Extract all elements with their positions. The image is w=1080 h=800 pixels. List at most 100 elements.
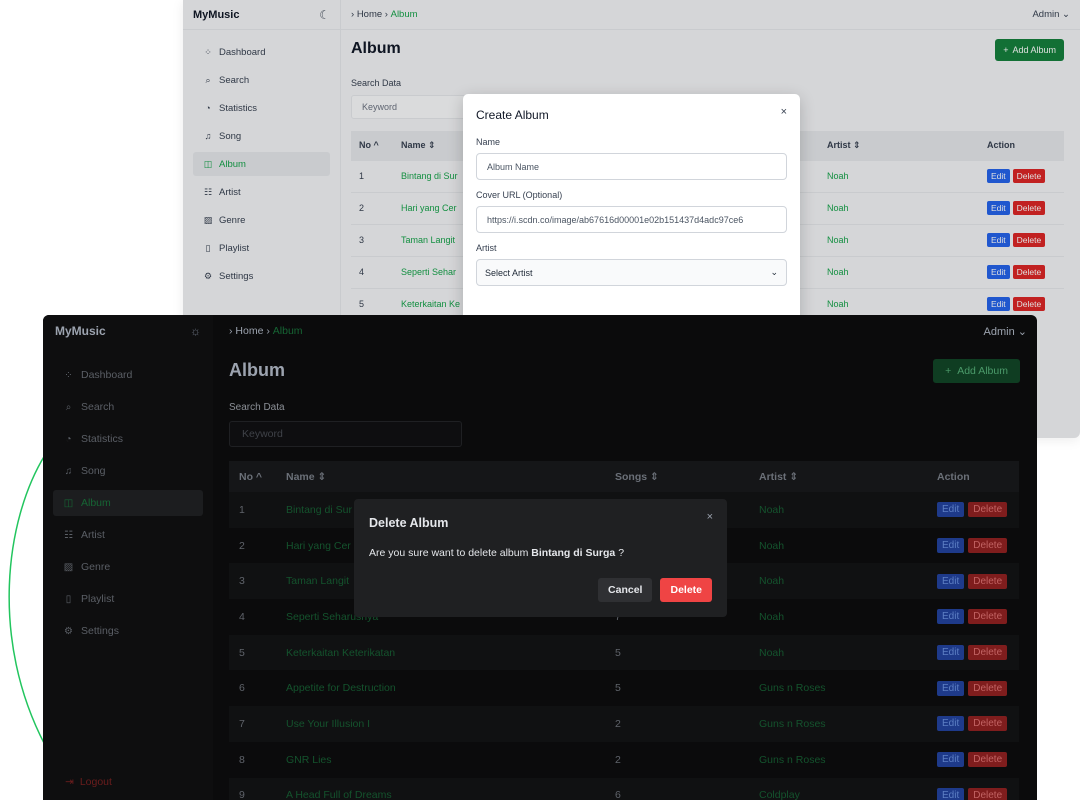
row-actions: Edit Delete: [927, 635, 1019, 671]
admin-label: Admin: [983, 325, 1015, 338]
delete-button[interactable]: Delete: [968, 502, 1008, 518]
sidebar-nav: ⁘ Dashboard ⌕ Search ◔ Statistics ♫ Song ◫ Album ☷…: [43, 347, 213, 644]
album-name-link[interactable]: Keterkaitan Keterikatan: [276, 635, 605, 671]
sidebar-item-album[interactable]: ◫ Album: [53, 490, 203, 516]
col-artist-label: Artist: [759, 470, 787, 483]
chevron-down-icon: ⌄: [1017, 325, 1027, 338]
album-name-link[interactable]: A Head Full of Dreams: [276, 778, 605, 800]
artist-select[interactable]: Select Artist ⌄: [476, 259, 787, 286]
col-no[interactable]: No ^: [229, 461, 276, 492]
delete-button[interactable]: Delete: [968, 680, 1008, 696]
sort-icon: ⇕: [650, 470, 659, 483]
col-name-label: Name: [286, 470, 315, 483]
album-name-link[interactable]: GNR Lies: [276, 742, 605, 778]
artist-link[interactable]: Noah: [749, 599, 927, 635]
edit-button[interactable]: Edit: [937, 716, 965, 732]
sort-icon: ⇕: [317, 470, 327, 483]
sidebar-item-dashboard[interactable]: ⁘ Dashboard: [53, 362, 203, 388]
sidebar-item-statistics[interactable]: ◔ Statistics: [53, 426, 203, 452]
col-songs[interactable]: Songs ⇕: [605, 461, 749, 492]
admin-menu[interactable]: Admin ⌄: [984, 325, 1027, 338]
table-row: 7 Use Your Illusion I 2 Guns n Roses Edit Del…: [229, 706, 1019, 742]
search-icon: ⌕: [65, 401, 72, 413]
sort-asc-icon: ^: [255, 470, 263, 483]
sidebar-item-settings[interactable]: ⚙ Settings: [53, 618, 203, 644]
artist-select-value: Select Artist: [485, 267, 533, 278]
artist-link[interactable]: Noah: [749, 563, 927, 599]
delete-button[interactable]: Delete: [968, 716, 1008, 732]
edit-button[interactable]: Edit: [937, 752, 965, 768]
album-name-input[interactable]: Album Name: [476, 153, 787, 180]
sidebar-item-artist[interactable]: ☷ Artist: [53, 522, 203, 548]
music-note-icon: ♫: [64, 465, 73, 477]
sort-icon: ⇕: [789, 470, 799, 483]
edit-button[interactable]: Edit: [937, 573, 965, 589]
delete-button[interactable]: Delete: [968, 609, 1008, 625]
row-number: 8: [239, 753, 245, 766]
artist-link[interactable]: Guns n Roses: [749, 670, 927, 706]
delete-button[interactable]: Delete: [968, 752, 1008, 768]
delete-button[interactable]: Delete: [968, 573, 1008, 589]
album-name-link[interactable]: Use Your Illusion I: [276, 706, 605, 742]
album-name-link[interactable]: Appetite for Destruction: [276, 670, 605, 706]
delete-button[interactable]: Delete: [968, 538, 1008, 554]
chevron-right-icon: ›: [263, 325, 273, 337]
bookmark-icon: ▯: [65, 593, 72, 605]
artist-icon: ☷: [64, 529, 73, 541]
screenshot-stage: MyMusic ☾ ⁘ Dashboard ⌕ Search ◔ Statistics ♫ S…: [0, 0, 1080, 800]
dark-topbar: › Home › Album Admin ⌄: [219, 315, 1037, 347]
logout-button[interactable]: ⇥ Logout: [65, 776, 112, 788]
album-icon: ◫: [63, 497, 74, 509]
table-row: 9A Head Full of Dreams 6 Coldplay Edit Delet…: [229, 777, 1019, 800]
search-input[interactable]: Keyword: [229, 421, 462, 447]
delete-confirm-button[interactable]: Delete: [660, 578, 712, 602]
artist-link[interactable]: Coldplay: [749, 778, 927, 800]
delete-button[interactable]: Delete: [968, 787, 1008, 800]
dark-sidebar: MyMusic ☼ ⁘ Dashboard ⌕ Search ◔ Statistics ♫ S…: [43, 315, 213, 800]
add-album-button[interactable]: + Add Album: [933, 359, 1020, 383]
col-action: Action: [937, 470, 970, 483]
cover-url-input[interactable]: https://i.scdn.co/image/ab67616d00001e02…: [476, 206, 787, 233]
row-actions: Edit Delete: [927, 528, 1019, 564]
edit-button[interactable]: Edit: [937, 502, 965, 518]
close-icon[interactable]: ×: [707, 511, 713, 523]
sidebar-item-song[interactable]: ♫ Song: [53, 458, 203, 484]
edit-button[interactable]: Edit: [937, 538, 965, 554]
artist-link[interactable]: Guns n Roses: [749, 706, 927, 742]
cancel-button[interactable]: Cancel: [598, 578, 653, 602]
genre-icon: ▨: [63, 561, 74, 573]
song-count: 2: [615, 717, 621, 730]
artist-link[interactable]: Noah: [749, 492, 927, 528]
modal-actions: Cancel Delete: [598, 578, 712, 602]
breadcrumb-home[interactable]: Home: [235, 325, 263, 337]
close-icon[interactable]: ×: [781, 106, 787, 118]
search-label: Search Data: [229, 402, 285, 413]
col-artist[interactable]: Artist ⇕: [749, 461, 927, 492]
sidebar-item-label: Search: [81, 401, 115, 413]
sidebar-item-genre[interactable]: ▨ Genre: [53, 554, 203, 580]
sun-icon[interactable]: ☼: [190, 324, 201, 338]
artist-link[interactable]: Noah: [749, 635, 927, 671]
edit-button[interactable]: Edit: [937, 680, 965, 696]
brand-title: MyMusic: [55, 324, 106, 338]
row-actions: Edit Delete: [927, 778, 1019, 800]
name-label: Name: [476, 137, 501, 147]
edit-button[interactable]: Edit: [937, 609, 965, 625]
chevron-down-icon: ⌄: [770, 267, 778, 277]
row-number: 2: [239, 539, 245, 552]
sidebar-item-playlist[interactable]: ▯ Playlist: [53, 586, 203, 612]
table-row: 6 Appetite for Destruction 5 Guns n Roses Ed…: [229, 670, 1019, 707]
row-actions: Edit Delete: [927, 492, 1019, 528]
row-number: 9: [239, 789, 245, 800]
cover-url-label: Cover URL (Optional): [476, 190, 563, 200]
edit-button[interactable]: Edit: [937, 787, 965, 800]
col-name[interactable]: Name ⇕: [276, 461, 605, 492]
row-number: 6: [239, 682, 245, 695]
edit-button[interactable]: Edit: [937, 645, 965, 661]
artist-link[interactable]: Noah: [749, 528, 927, 564]
delete-button[interactable]: Delete: [968, 645, 1008, 661]
sidebar-item-search[interactable]: ⌕ Search: [53, 394, 203, 420]
artist-link[interactable]: Guns n Roses: [749, 742, 927, 778]
sidebar-item-label: Statistics: [81, 433, 124, 445]
delete-album-modal: Delete Album × Are you sure want to dele…: [354, 499, 727, 617]
